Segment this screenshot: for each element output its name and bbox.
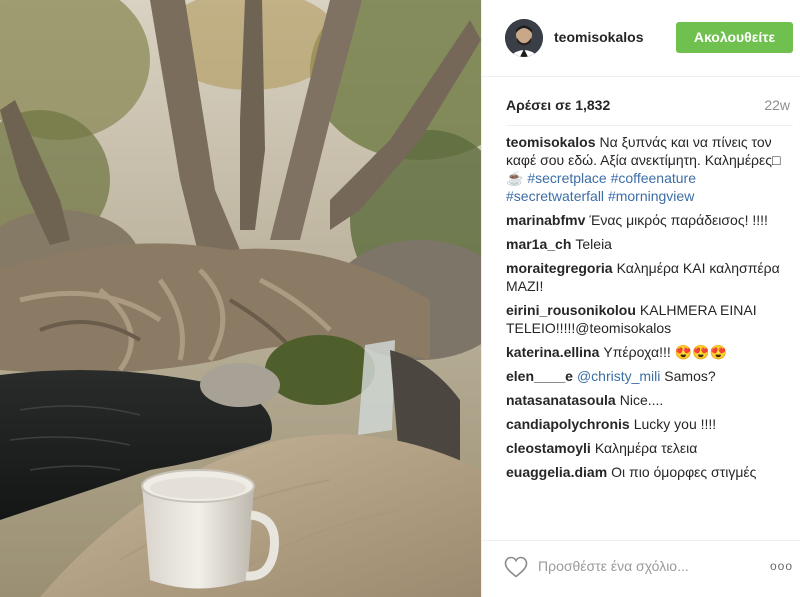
hashtag-link[interactable]: #secretwaterfall bbox=[506, 188, 604, 204]
post-view: teomisokalos Ακολουθείτε Αρέσει σε 1,832… bbox=[0, 0, 800, 597]
comment-item: euaggelia.diam Οι πιο όμορφες στιγμές bbox=[506, 463, 796, 481]
hashtag-link[interactable]: #morningview bbox=[608, 188, 694, 204]
comment-author[interactable]: moraitegregoria bbox=[506, 260, 613, 276]
comment-text: Teleia bbox=[575, 236, 612, 252]
comment-text: Καλημέρα τελεια bbox=[594, 440, 698, 456]
comment-text: Υπέροχα!!! 😍😍😍 bbox=[603, 344, 727, 360]
comment-author[interactable]: mar1a_ch bbox=[506, 236, 571, 252]
comment-item: eirini_rousonikolou KALHMERA EINAI TELEIO… bbox=[506, 301, 796, 337]
comment-text: Lucky you !!!! bbox=[633, 416, 717, 432]
comment-author[interactable]: candiapolychronis bbox=[506, 416, 630, 432]
comment-author[interactable]: elen____e bbox=[506, 368, 573, 384]
comment-text: Nice.... bbox=[619, 392, 664, 408]
mention-link[interactable]: @christy_mili bbox=[577, 368, 660, 384]
comment-text: Samos? bbox=[664, 368, 716, 384]
avatar-image bbox=[505, 19, 543, 57]
caption-author[interactable]: teomisokalos bbox=[506, 134, 595, 150]
comment-author[interactable]: katerina.ellina bbox=[506, 344, 599, 360]
divider bbox=[506, 125, 793, 126]
comment-item: elen____e @christy_mili Samos? bbox=[506, 367, 796, 385]
post-author-username[interactable]: teomisokalos bbox=[554, 29, 643, 45]
avatar[interactable] bbox=[505, 19, 543, 57]
comment-item: candiapolychronis Lucky you !!!! bbox=[506, 415, 796, 433]
post-timestamp[interactable]: 22w bbox=[764, 97, 790, 113]
likes-count[interactable]: Αρέσει σε 1,832 bbox=[506, 97, 610, 113]
comment-item: katerina.ellina Υπέροχα!!! 😍😍😍 bbox=[506, 343, 796, 361]
add-comment-input[interactable] bbox=[538, 553, 738, 579]
comment-bar: ooo bbox=[482, 540, 800, 597]
comment-author[interactable]: euaggelia.diam bbox=[506, 464, 607, 480]
comment-text: Οι πιο όμορφες στιγμές bbox=[611, 464, 757, 480]
comment-item: moraitegregoria Καλημέρα ΚΑΙ καλησπέρα ΜΑ… bbox=[506, 259, 796, 295]
comment-author[interactable]: marinabfmv bbox=[506, 212, 585, 228]
post-photo[interactable] bbox=[0, 0, 481, 597]
comment-item: mar1a_ch Teleia bbox=[506, 235, 796, 253]
post-details-panel: teomisokalos Ακολουθείτε Αρέσει σε 1,832… bbox=[481, 0, 800, 597]
post-header: teomisokalos Ακολουθείτε bbox=[482, 0, 800, 77]
more-options-button[interactable]: ooo bbox=[770, 557, 793, 575]
hashtag-link[interactable]: #secretplace bbox=[527, 170, 606, 186]
comments-list: teomisokalos Να ξυπνάς και να πίνεις τον … bbox=[506, 133, 796, 526]
following-button[interactable]: Ακολουθείτε bbox=[676, 22, 793, 53]
comment-item: cleostamoyli Καλημέρα τελεια bbox=[506, 439, 796, 457]
comment-text: Ένας μικρός παράδεισος! !!!! bbox=[589, 212, 768, 228]
comment-author[interactable]: natasanatasoula bbox=[506, 392, 616, 408]
caption: teomisokalos Να ξυπνάς και να πίνεις τον … bbox=[506, 133, 796, 205]
photo-illustration bbox=[0, 0, 481, 597]
hashtag-link[interactable]: #coffeenature bbox=[611, 170, 696, 186]
heart-icon[interactable] bbox=[504, 556, 528, 578]
comment-item: marinabfmv Ένας μικρός παράδεισος! !!!! bbox=[506, 211, 796, 229]
comment-author[interactable]: cleostamoyli bbox=[506, 440, 591, 456]
comment-item: natasanatasoula Nice.... bbox=[506, 391, 796, 409]
comment-author[interactable]: eirini_rousonikolou bbox=[506, 302, 636, 318]
